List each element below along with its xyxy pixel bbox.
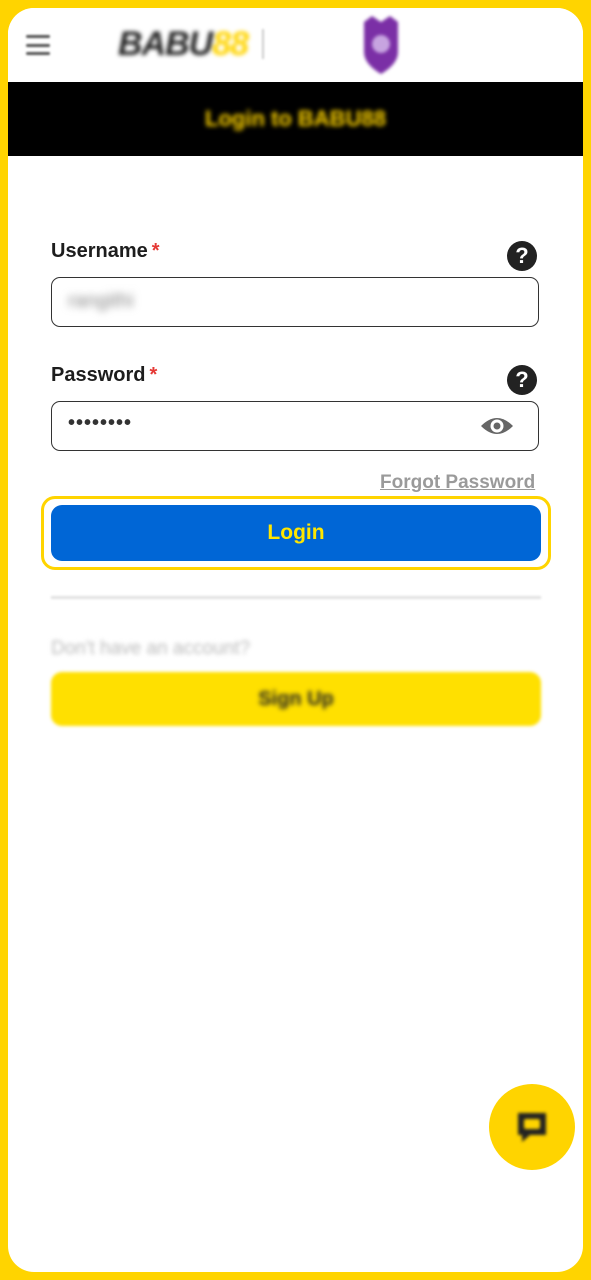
logo-divider (262, 29, 265, 59)
password-label: Password * (51, 364, 158, 386)
chat-support-button[interactable] (489, 1084, 575, 1170)
forgot-password-link[interactable]: Forgot Password (380, 472, 535, 494)
password-field[interactable]: •••••••• (51, 401, 539, 451)
login-button[interactable]: Login (51, 505, 541, 561)
no-account-text: Don't have an account? (51, 638, 251, 659)
eye-icon[interactable] (480, 415, 514, 437)
app-frame: BABU88 Login to BABU88 Username * ? rangi… (8, 8, 583, 1272)
page-banner: Login to BABU88 (8, 82, 583, 156)
password-help-icon[interactable]: ? (507, 365, 537, 395)
chat-support-icon (518, 1113, 546, 1142)
required-asterisk: * (149, 364, 158, 386)
username-value: rangithi (68, 290, 134, 312)
username-help-icon[interactable]: ? (507, 241, 537, 271)
username-field[interactable]: rangithi (51, 277, 539, 327)
page-title: Login to BABU88 (205, 106, 386, 131)
shield-badge-icon (364, 16, 398, 74)
brand-logo[interactable]: BABU88 (118, 24, 265, 64)
logo-wordmark: BABU88 (118, 24, 249, 63)
top-bar: BABU88 (8, 8, 583, 82)
username-label: Username * (51, 240, 160, 262)
signup-button[interactable]: Sign Up (51, 672, 541, 726)
required-asterisk: * (151, 240, 160, 262)
divider (51, 596, 541, 599)
password-value: •••••••• (68, 412, 133, 434)
hamburger-menu-icon[interactable] (26, 35, 50, 55)
